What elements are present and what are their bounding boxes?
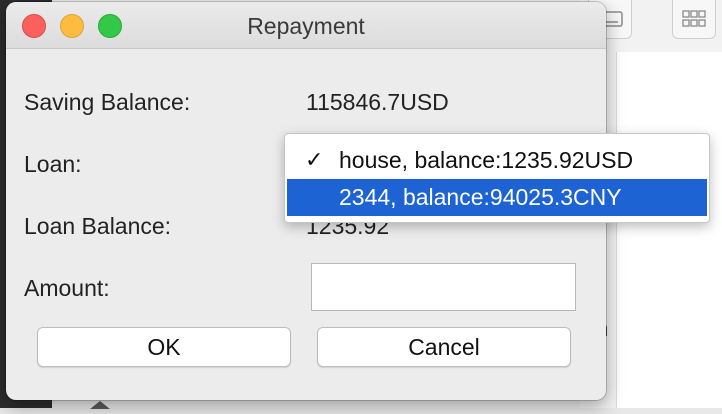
saving-balance-label: Saving Balance: <box>24 89 191 115</box>
title-bar: Repayment <box>6 2 606 49</box>
amount-label: Amount: <box>24 275 110 301</box>
loan-option-2344[interactable]: 2344, balance:94025.3CNY <box>287 179 707 216</box>
background-toolbar-button-grid[interactable] <box>672 0 716 39</box>
amount-input[interactable] <box>311 263 576 311</box>
loan-option-label: 2344, balance:94025.3CNY <box>339 184 622 210</box>
dialog-title: Repayment <box>247 13 365 39</box>
grid-icon <box>682 10 706 28</box>
saving-balance-value: 115846.7USD <box>306 89 449 115</box>
loan-dropdown-menu: ✓ house, balance:1235.92USD 2344, balanc… <box>284 133 710 223</box>
loan-option-house[interactable]: ✓ house, balance:1235.92USD <box>285 142 709 179</box>
loan-balance-label: Loan Balance: <box>24 213 172 239</box>
background-content-area <box>616 52 722 408</box>
ok-button[interactable]: OK <box>37 327 291 367</box>
loan-option-label: house, balance:1235.92USD <box>339 147 634 173</box>
cancel-button[interactable]: Cancel <box>317 327 571 367</box>
loan-label: Loan: <box>24 151 82 177</box>
checkmark-icon: ✓ <box>305 148 324 173</box>
